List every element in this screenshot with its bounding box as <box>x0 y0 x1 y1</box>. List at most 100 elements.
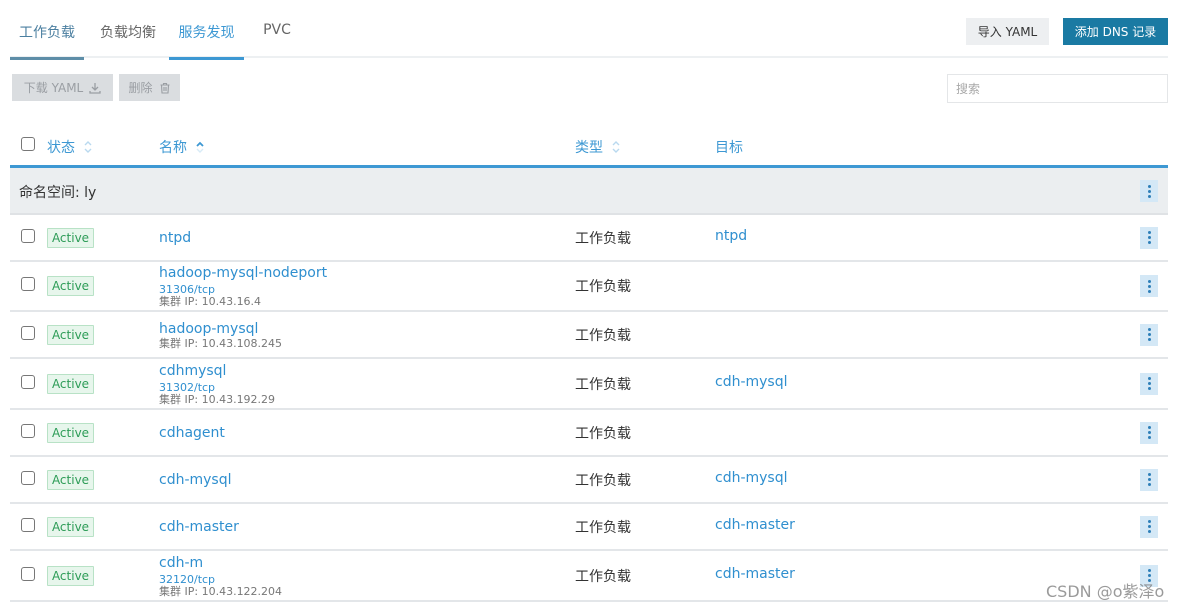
target-link[interactable]: cdh-master <box>715 517 795 533</box>
status-badge: Active <box>47 324 94 345</box>
row-actions-menu-button[interactable] <box>1140 564 1158 587</box>
tab-label: PVC <box>263 22 291 38</box>
column-label: 类型 <box>575 140 603 156</box>
service-name-cell: cdh-m 32120/tcp 集群 IP: 10.43.122.204 <box>159 554 282 598</box>
cluster-ip: 集群 IP: 10.43.122.204 <box>159 584 283 598</box>
service-name-link[interactable]: ntpd <box>159 229 191 247</box>
row-checkbox[interactable] <box>21 325 35 340</box>
service-port-link[interactable]: 32120/tcp <box>159 573 282 586</box>
download-yaml-button[interactable]: 下载 YAML <box>12 74 113 101</box>
service-name-link[interactable]: cdhmysql <box>159 362 275 380</box>
row-actions-menu-button[interactable] <box>1140 468 1158 491</box>
status-badge: Active <box>47 276 94 296</box>
status-badge: Active <box>47 227 94 248</box>
column-label: 状态 <box>47 140 75 156</box>
service-type: 工作负载 <box>575 568 631 585</box>
service-name-link[interactable]: hadoop-mysql-nodeport <box>159 264 327 282</box>
row-actions-menu-button[interactable] <box>1140 226 1158 249</box>
service-name-cell: cdhmysql 31302/tcp 集群 IP: 10.43.192.29 <box>159 362 275 406</box>
row-actions-menu-button[interactable] <box>1140 323 1158 346</box>
column-header-type[interactable]: 类型 <box>575 137 621 157</box>
table-row: Active hadoop-mysql-nodeport 31306/tcp 集群 I… <box>10 262 1168 312</box>
service-port-link[interactable]: 31302/tcp <box>159 381 275 394</box>
column-header-target: 目标 <box>715 137 743 157</box>
row-checkbox[interactable] <box>21 277 35 291</box>
service-name-link[interactable]: hadoop-mysql <box>159 320 282 338</box>
namespace-group-row: 命名空间: ly <box>10 168 1168 215</box>
table-header: 状态 名称 类型 目标 <box>10 125 1168 168</box>
column-header-name[interactable]: 名称 <box>159 137 205 157</box>
row-checkbox[interactable] <box>21 374 35 389</box>
add-dns-record-button[interactable]: 添加 DNS 记录 <box>1063 18 1168 45</box>
column-header-status[interactable]: 状态 <box>47 137 93 157</box>
delete-label: 删除 <box>128 81 153 95</box>
service-name-cell: cdh-mysql <box>159 471 232 489</box>
table-row: Active cdh-m 32120/tcp 集群 IP: 10.43.122.204… <box>10 551 1168 602</box>
table-row: Active cdh-master 工作负载 cdh-master <box>10 504 1168 551</box>
service-name-cell: hadoop-mysql 集群 IP: 10.43.108.245 <box>159 320 282 350</box>
tab-service-discovery[interactable]: 服务发现 <box>169 20 244 60</box>
status-badge: Active <box>47 469 94 490</box>
namespace-label: 命名空间: ly <box>19 185 97 201</box>
service-type: 工作负载 <box>575 376 631 393</box>
row-checkbox[interactable] <box>21 228 35 243</box>
table-row: Active cdhmysql 31302/tcp 集群 IP: 10.43.192.… <box>10 359 1168 410</box>
table-row: Active hadoop-mysql 集群 IP: 10.43.108.245 工作… <box>10 312 1168 359</box>
service-name-link[interactable]: cdh-mysql <box>159 471 232 489</box>
column-label: 目标 <box>715 140 743 156</box>
row-checkbox[interactable] <box>21 566 35 581</box>
download-icon <box>89 82 101 94</box>
trash-icon <box>160 82 169 94</box>
service-name-cell: cdhagent <box>159 424 225 442</box>
tab-underline <box>10 57 84 60</box>
sort-icon <box>612 141 620 153</box>
cluster-ip: 集群 IP: 10.43.192.29 <box>159 392 276 406</box>
target-link[interactable]: cdh-mysql <box>715 374 788 390</box>
row-checkbox[interactable] <box>21 470 35 485</box>
target-link[interactable]: cdh-mysql <box>715 470 788 486</box>
target-link[interactable]: cdh-master <box>715 566 795 582</box>
service-type: 工作负载 <box>575 472 631 489</box>
download-yaml-label: 下载 YAML <box>23 81 84 95</box>
tab-pvc[interactable]: PVC <box>257 20 297 58</box>
cluster-ip: 集群 IP: 10.43.16.4 <box>159 295 262 308</box>
row-checkbox[interactable] <box>21 517 35 532</box>
service-name-cell: cdh-master <box>159 518 239 536</box>
delete-button[interactable]: 删除 <box>119 74 180 101</box>
row-actions-menu-button[interactable] <box>1140 421 1158 444</box>
table-row: Active ntpd 工作负载 ntpd <box>10 215 1168 262</box>
service-type: 工作负载 <box>575 425 631 442</box>
service-name-link[interactable]: cdhagent <box>159 424 225 442</box>
status-badge: Active <box>47 565 94 586</box>
tab-label: 工作负载 <box>19 25 75 41</box>
import-yaml-button[interactable]: 导入 YAML <box>966 18 1049 45</box>
service-type: 工作负载 <box>575 327 631 344</box>
status-badge: Active <box>47 516 94 537</box>
tab-load-balancing[interactable]: 负载均衡 <box>98 20 158 58</box>
tab-workloads[interactable]: 工作负载 <box>10 20 84 60</box>
row-checkbox[interactable] <box>21 423 35 438</box>
row-actions-menu-button[interactable] <box>1140 275 1158 297</box>
table-row: Active cdh-mysql 工作负载 cdh-mysql <box>10 457 1168 504</box>
sort-icon <box>84 141 92 153</box>
tab-label: 负载均衡 <box>100 25 156 41</box>
search-input[interactable] <box>947 74 1168 103</box>
tab-label: 服务发现 <box>178 25 235 41</box>
table-row: Active cdhagent 工作负载 <box>10 410 1168 457</box>
service-name-link[interactable]: cdh-master <box>159 518 239 536</box>
target-link[interactable]: ntpd <box>715 228 747 244</box>
service-name-link[interactable]: cdh-m <box>159 554 282 572</box>
group-actions-menu-button[interactable] <box>1140 180 1158 202</box>
tab-underline <box>169 57 244 60</box>
service-type: 工作负载 <box>575 230 631 247</box>
service-name-cell: hadoop-mysql-nodeport 31306/tcp 集群 IP: 10.… <box>159 264 327 308</box>
column-label: 名称 <box>159 140 187 156</box>
cluster-ip: 集群 IP: 10.43.108.245 <box>159 336 283 350</box>
row-actions-menu-button[interactable] <box>1140 372 1158 395</box>
service-type: 工作负载 <box>575 279 631 295</box>
status-badge: Active <box>47 422 94 443</box>
select-all-checkbox[interactable] <box>21 137 35 151</box>
sort-ascending-icon <box>196 141 204 153</box>
row-actions-menu-button[interactable] <box>1140 515 1158 538</box>
service-name-cell: ntpd <box>159 229 191 247</box>
